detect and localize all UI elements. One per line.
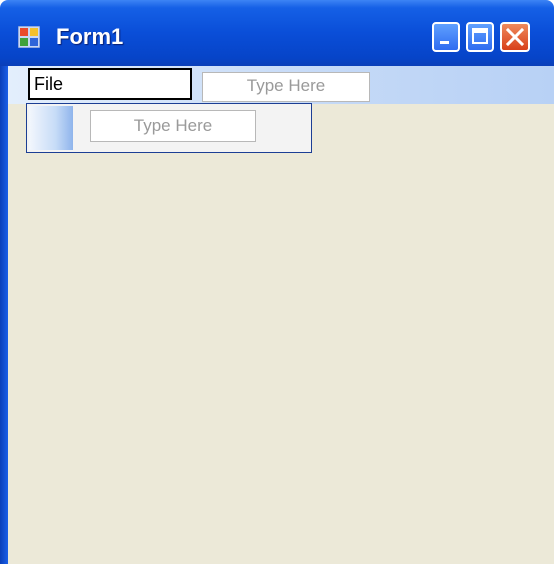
menu-type-here-box[interactable]: Type Here [202, 72, 370, 102]
window-frame-left [0, 66, 8, 564]
file-menu-item-editor[interactable]: File [28, 68, 192, 100]
close-icon [505, 27, 525, 47]
dropdown-image-margin [29, 106, 73, 150]
close-button[interactable] [500, 22, 530, 52]
form-app-icon [18, 26, 40, 48]
maximize-icon [472, 28, 488, 44]
dropdown-type-here-box[interactable]: Type Here [90, 110, 256, 142]
minimize-icon [440, 41, 449, 44]
minimize-button[interactable] [432, 22, 460, 52]
title-bar[interactable]: Form1 [0, 0, 554, 66]
maximize-button[interactable] [466, 22, 494, 52]
form-window: Form1 File Type Here Type Here [0, 0, 554, 564]
window-title: Form1 [56, 24, 124, 49]
